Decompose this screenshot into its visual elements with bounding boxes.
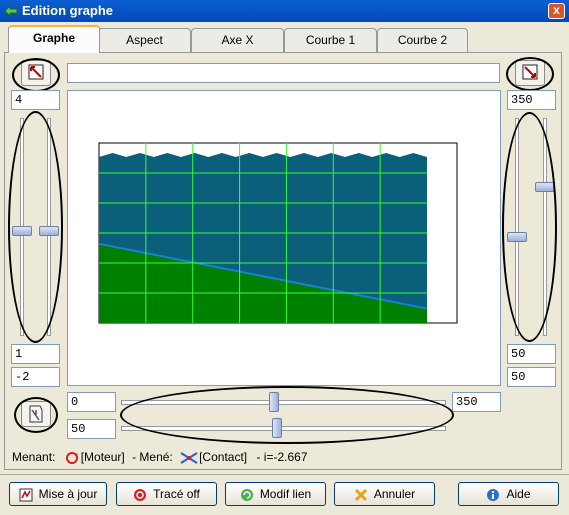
update-button[interactable]: Mise à jour xyxy=(9,482,107,506)
app-icon xyxy=(4,4,18,18)
x-slider-track-2[interactable] xyxy=(121,426,446,431)
update-icon xyxy=(19,488,33,502)
graph-canvas xyxy=(98,142,458,324)
right-min-field[interactable]: 50 xyxy=(507,344,556,364)
link-icon xyxy=(240,488,253,501)
motor-icon xyxy=(65,451,78,464)
stop-icon xyxy=(134,488,147,501)
right-slider-thumb-1[interactable] xyxy=(507,232,527,243)
calc-icon xyxy=(29,405,43,423)
modif-lien-label: Modif lien xyxy=(259,487,312,501)
tab-courbe-2[interactable]: Courbe 2 xyxy=(377,28,468,52)
right-offset-field[interactable]: 50 xyxy=(507,367,556,387)
trace-off-button[interactable]: Tracé off xyxy=(116,482,217,506)
update-label: Mise à jour xyxy=(38,487,98,501)
graph-preview xyxy=(67,90,501,386)
fit-icon xyxy=(28,64,44,80)
bottom-separator xyxy=(0,474,569,475)
trace-off-label: Tracé off xyxy=(153,487,200,501)
tab-axe-x[interactable]: Axe X xyxy=(191,28,284,52)
modif-lien-button[interactable]: Modif lien xyxy=(225,482,326,506)
menant-value: [Moteur] xyxy=(80,450,125,464)
right-max-field[interactable]: 350 xyxy=(507,90,556,110)
info-icon xyxy=(487,488,500,501)
right-slider-thumb-2[interactable] xyxy=(535,182,555,193)
calc-button[interactable] xyxy=(21,401,51,427)
x-min-field[interactable]: 0 xyxy=(67,392,116,412)
x-slider-thumb-2[interactable] xyxy=(272,418,283,438)
ratio-value: - i=-2.667 xyxy=(256,450,308,464)
left-min-field[interactable]: 1 xyxy=(11,344,60,364)
right-slider-track-1[interactable] xyxy=(515,118,519,336)
fit-left-button[interactable] xyxy=(21,60,51,86)
x-slider-track-1[interactable] xyxy=(121,400,446,405)
status-line: Menant: [Moteur] - Mené: [Contact] - i=-… xyxy=(12,450,308,465)
title-field[interactable] xyxy=(67,63,500,83)
x-slider-thumb-1[interactable] xyxy=(269,392,280,412)
left-slider-thumb-1[interactable] xyxy=(12,226,32,237)
right-slider-track-2[interactable] xyxy=(543,118,547,336)
window-title: Edition graphe xyxy=(22,3,113,18)
cancel-label: Annuler xyxy=(373,487,416,501)
contact-icon xyxy=(180,451,198,464)
x-width-field[interactable]: 50 xyxy=(67,419,116,439)
help-button[interactable]: Aide xyxy=(458,482,559,506)
menant-label: Menant: xyxy=(12,450,56,464)
help-label: Aide xyxy=(506,487,531,501)
x-max-field[interactable]: 350 xyxy=(452,392,501,412)
tab-graphe[interactable]: Graphe xyxy=(8,25,100,53)
cancel-icon xyxy=(354,488,367,501)
left-slider-thumb-2[interactable] xyxy=(39,226,59,237)
crop-icon xyxy=(522,64,538,80)
left-max-field[interactable]: 4 xyxy=(11,90,60,110)
cancel-button[interactable]: Annuler xyxy=(334,482,435,506)
left-offset-field[interactable]: -2 xyxy=(11,367,60,387)
mene-label: - Mené: xyxy=(132,450,173,464)
tab-courbe-1[interactable]: Courbe 1 xyxy=(284,28,377,52)
close-button[interactable]: x xyxy=(548,3,565,19)
mene-value: [Contact] xyxy=(199,450,248,464)
tab-aspect[interactable]: Aspect xyxy=(98,28,191,52)
fit-right-button[interactable] xyxy=(515,60,545,86)
